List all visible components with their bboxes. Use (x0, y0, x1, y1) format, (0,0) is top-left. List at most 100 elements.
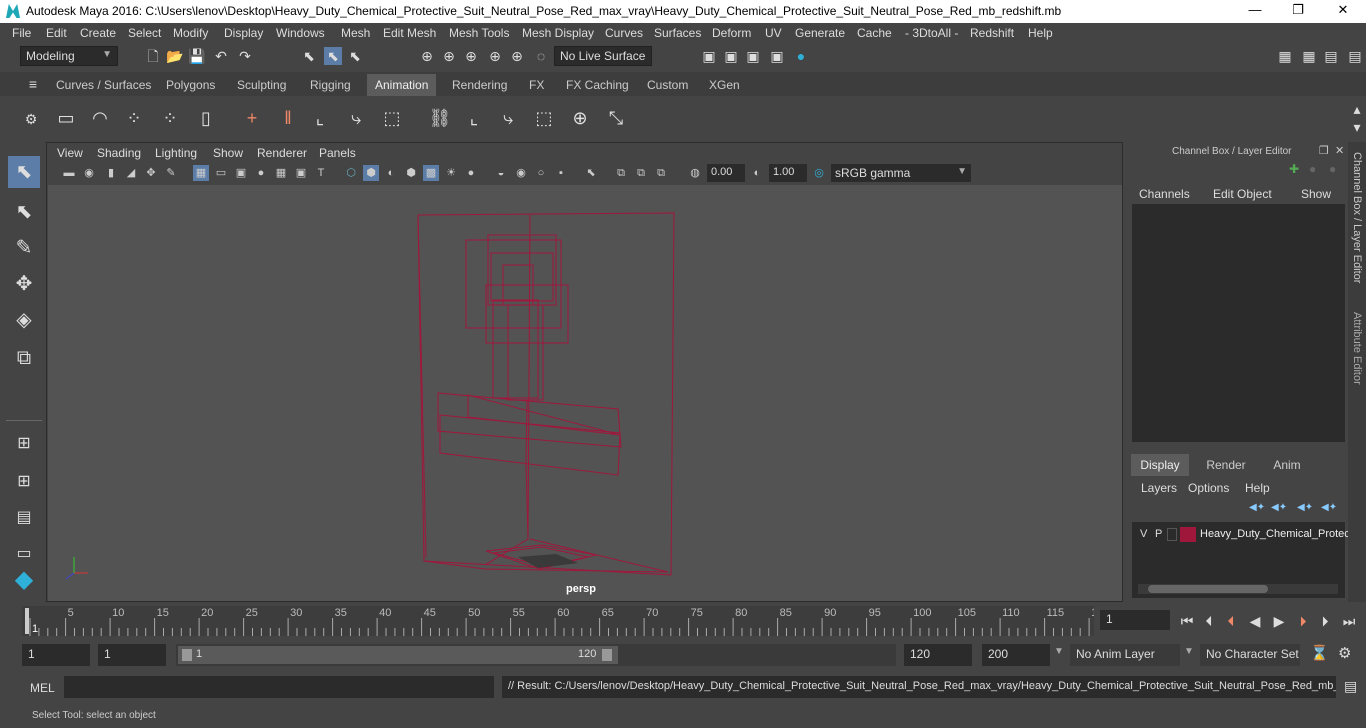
anim-layer-dropdown[interactable]: No Anim Layer (1070, 644, 1180, 666)
select-tool-icon[interactable]: ⬉ (8, 156, 40, 188)
wireframe-icon[interactable]: ⬡ (343, 165, 359, 181)
save-scene-icon[interactable]: 💾 (188, 47, 206, 65)
use-all-lights-icon[interactable]: ▩ (423, 165, 439, 181)
viewport-menu-show[interactable]: Show (213, 146, 243, 160)
snap-surface-icon[interactable]: ⊕ (508, 47, 526, 65)
menu-redshift[interactable]: Redshift (970, 26, 1014, 40)
wireframe-on-shaded-icon[interactable]: ◐ (383, 165, 399, 181)
close-button[interactable]: ✕ (1320, 2, 1366, 20)
chevron-down-icon[interactable]: ▼ (1184, 646, 1194, 657)
grease-pencil-icon[interactable]: ✎ (163, 165, 179, 181)
set-key-icon[interactable]: ▯ (192, 104, 220, 132)
playback-end-field[interactable]: 120 (904, 644, 972, 666)
go-to-end-icon[interactable]: ⏭ (1340, 612, 1358, 630)
outliner-layout-icon[interactable]: ▤ (8, 502, 40, 534)
new-layer-icon[interactable]: ◀✦ (1297, 502, 1313, 513)
scale-tool-icon[interactable]: ⧉ (8, 342, 40, 374)
single-pane-layout-icon[interactable]: ⊞ (8, 428, 40, 460)
orient-constraint-icon[interactable]: ⤷ (494, 104, 522, 132)
aim-constraint-icon[interactable]: ⊕ (566, 104, 594, 132)
xray-joints-icon[interactable]: ⧉ (613, 165, 629, 181)
go-to-start-icon[interactable]: ⏮ (1178, 612, 1196, 630)
move-layer-down-icon[interactable]: ◀✦ (1271, 502, 1287, 513)
menu-edit-mesh[interactable]: Edit Mesh (383, 26, 436, 40)
menu-modify[interactable]: Modify (173, 26, 208, 40)
step-forward-key-icon[interactable]: ⏵ (1294, 612, 1312, 630)
viewport-menu-shading[interactable]: Shading (97, 146, 141, 160)
menu-edit[interactable]: Edit (46, 26, 67, 40)
smooth-shade-icon[interactable]: ⬢ (363, 165, 379, 181)
shelf-tab-curves-surfaces[interactable]: Curves / Surfaces (48, 74, 159, 96)
step-back-frame-icon[interactable]: ⏴ (1200, 612, 1218, 630)
layer-playback-toggle[interactable]: P (1155, 528, 1162, 540)
backface-culling-icon[interactable]: ⧉ (653, 165, 669, 181)
range-start-grip[interactable] (182, 649, 192, 661)
step-back-key-icon[interactable]: ⏴ (1222, 612, 1240, 630)
layer-scrollbar[interactable] (1138, 584, 1338, 594)
playback-start-field[interactable]: 1 (98, 644, 166, 666)
hypershade-icon[interactable]: ● (792, 47, 810, 65)
script-editor-icon[interactable]: ▤ (1344, 678, 1357, 695)
time-slider[interactable]: 1 5 10 15 20 25 30 35 40 45 50 55 60 65 70 75 80 85 90 95 10… (0, 602, 1366, 640)
open-scene-icon[interactable]: 📂 (166, 47, 184, 65)
timeline-track[interactable]: 1 5 10 15 20 25 30 35 40 45 50 55 60 65 70 75 80 85 90 95 10… (22, 606, 1094, 636)
snap-live-icon[interactable]: ◌ (532, 47, 550, 65)
gamma-field[interactable]: 1.00 (769, 164, 807, 182)
shelf-tab-fx-caching[interactable]: FX Caching (558, 74, 637, 96)
script-language-toggle[interactable]: MEL (30, 681, 55, 695)
live-surface-field[interactable]: No Live Surface (554, 46, 652, 66)
scale-constraint-icon[interactable]: ⬚ (530, 104, 558, 132)
layer-tab-anim[interactable]: Anim (1267, 454, 1307, 476)
workspace-icon[interactable]: ▦ (1276, 47, 1294, 65)
shelf-tab-rigging[interactable]: Rigging (302, 74, 359, 96)
color-space-dropdown[interactable]: sRGB gamma ▼ (831, 164, 971, 182)
create-joint-icon[interactable]: ⌞ (306, 104, 334, 132)
textured-icon[interactable]: ⬢ (403, 165, 419, 181)
motion-blur-icon[interactable]: ◒ (493, 165, 509, 181)
film-gate-icon[interactable]: ▭ (213, 165, 229, 181)
menu-display[interactable]: Display (224, 26, 263, 40)
redo-icon[interactable]: ↷ (236, 47, 254, 65)
menu-mesh-tools[interactable]: Mesh Tools (449, 26, 509, 40)
menu-surfaces[interactable]: Surfaces (654, 26, 701, 40)
gate-mask-icon[interactable]: ● (253, 165, 269, 181)
channel-box-side-tab[interactable]: Channel Box / Layer Editor (1351, 152, 1363, 283)
render-settings-icon[interactable]: ▣ (768, 47, 786, 65)
render-frame-icon[interactable]: ▣ (722, 47, 740, 65)
new-layer-selected-icon[interactable]: ◀✦ (1321, 502, 1337, 513)
gamma-icon[interactable]: ◐ (749, 165, 765, 181)
attribute-editor-toggle-icon[interactable]: ▤ (1322, 47, 1340, 65)
grid-icon[interactable]: ▦ (193, 165, 209, 181)
shelf-scroll-down-icon[interactable]: ▾ (1348, 118, 1366, 136)
menu-curves[interactable]: Curves (605, 26, 643, 40)
menu-cache[interactable]: Cache (857, 26, 892, 40)
exposure-icon[interactable]: ◍ (687, 165, 703, 181)
layer-scroll-thumb[interactable] (1148, 585, 1268, 593)
lasso-tool-icon[interactable]: ⬉ (8, 196, 40, 228)
menu-create[interactable]: Create (80, 26, 116, 40)
float-panel-icon[interactable]: ❐ (1319, 144, 1329, 157)
menu-mesh-display[interactable]: Mesh Display (522, 26, 594, 40)
select-camera-icon[interactable]: ▬ (61, 165, 77, 181)
parent-constraint-icon[interactable]: ⛓ (426, 104, 454, 132)
pole-vector-icon[interactable]: ⤡ (602, 104, 630, 132)
character-set-dropdown[interactable]: No Character Set (1200, 644, 1300, 666)
resolution-gate-icon[interactable]: ▣ (233, 165, 249, 181)
viewport-menu-panels[interactable]: Panels (319, 146, 356, 160)
move-tool-icon[interactable]: ✥ (8, 268, 40, 300)
play-backwards-icon[interactable]: ◀ (1246, 612, 1264, 630)
viewport-menu-renderer[interactable]: Renderer (257, 146, 307, 160)
toggle-layer-icon[interactable]: ● (1309, 162, 1316, 176)
shelf-scroll-up-icon[interactable]: ▴ (1348, 100, 1366, 118)
menu-generate[interactable]: Generate (795, 26, 845, 40)
channel-box-toggle-icon[interactable]: ▤ (1346, 47, 1364, 65)
mode-selector[interactable]: Modeling ▼ (20, 46, 118, 66)
menu-help[interactable]: Help (1028, 26, 1053, 40)
layer-visibility-toggle[interactable]: V (1140, 528, 1147, 540)
insert-key-icon[interactable]: + (238, 104, 266, 132)
select-component-icon[interactable]: ⬉ (346, 47, 364, 65)
breakdown-key-icon[interactable]: ‖ (274, 104, 302, 132)
maximize-button[interactable]: ❐ (1275, 2, 1321, 20)
shelf-tab-animation[interactable]: Animation (367, 74, 437, 96)
shelf-tab-fx[interactable]: FX (521, 74, 552, 96)
